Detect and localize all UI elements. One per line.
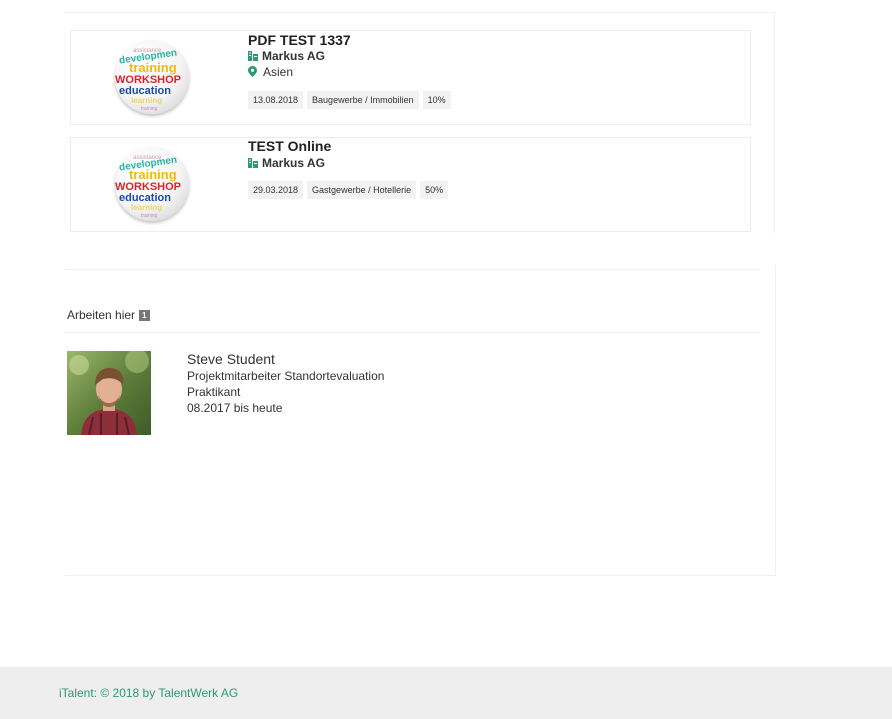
building-icon — [248, 51, 258, 61]
listing-location: Asien — [248, 65, 293, 79]
listing-tags: 13.08.2018 Baugewerbe / Immobilien 10% — [248, 91, 451, 109]
panel-border — [775, 265, 776, 576]
listing-title[interactable]: PDF TEST 1337 — [248, 32, 351, 48]
workers-count-badge: 1 — [139, 310, 150, 321]
person-period: 08.2017 bis heute — [187, 401, 283, 415]
listings-panel: assistance developmen training WORKSHOP … — [65, 12, 775, 233]
svg-text:training: training — [141, 213, 158, 219]
listing-title[interactable]: TEST Online — [248, 138, 331, 154]
footer-copyright: iTalent: © 2018 by TalentWerk AG — [59, 686, 239, 700]
workshop-wordcloud-image: assistance developmen training WORKSHOP … — [115, 147, 189, 221]
tag-date: 13.08.2018 — [248, 91, 304, 109]
footer: iTalent: © 2018 by TalentWerk AG — [0, 667, 892, 719]
workshop-wordcloud-image: assistance developmen training WORKSHOP … — [115, 40, 189, 114]
company-name: Markus AG — [262, 156, 325, 170]
person-name[interactable]: Steve Student — [187, 351, 275, 367]
company-name: Markus AG — [262, 49, 325, 63]
workers-heading: Arbeiten hier 1 — [67, 308, 150, 322]
location-name: Asien — [263, 65, 294, 79]
person-avatar[interactable] — [67, 351, 151, 435]
tag-percentage: 10% — [422, 91, 451, 109]
tag-percentage: 50% — [420, 181, 449, 199]
listing-company[interactable]: Markus AG — [248, 49, 325, 63]
tag-date: 29.03.2018 — [248, 181, 304, 199]
section-divider-top — [65, 269, 760, 270]
listing-company[interactable]: Markus AG — [248, 156, 325, 170]
svg-text:training: training — [129, 167, 177, 182]
person-position: Projektmitarbeiter Standortevaluation — [187, 369, 385, 383]
listing-card[interactable]: assistance developmen training WORKSHOP … — [70, 30, 751, 125]
tag-industry: Baugewerbe / Immobilien — [307, 91, 419, 109]
svg-text:training: training — [141, 106, 158, 112]
listing-tags: 29.03.2018 Gastgewerbe / Hotellerie 50% — [248, 181, 449, 199]
tag-industry: Gastgewerbe / Hotellerie — [307, 181, 417, 199]
listing-card[interactable]: assistance developmen training WORKSHOP … — [70, 137, 751, 232]
building-icon — [248, 158, 258, 168]
svg-text:learning: learning — [131, 96, 162, 105]
map-pin-icon — [248, 66, 257, 77]
person-type: Praktikant — [187, 385, 241, 399]
svg-text:training: training — [129, 60, 177, 75]
section-divider-bottom — [65, 575, 775, 576]
section-divider — [65, 332, 760, 333]
workers-heading-label: Arbeiten hier — [67, 308, 136, 322]
svg-text:learning: learning — [131, 203, 162, 212]
